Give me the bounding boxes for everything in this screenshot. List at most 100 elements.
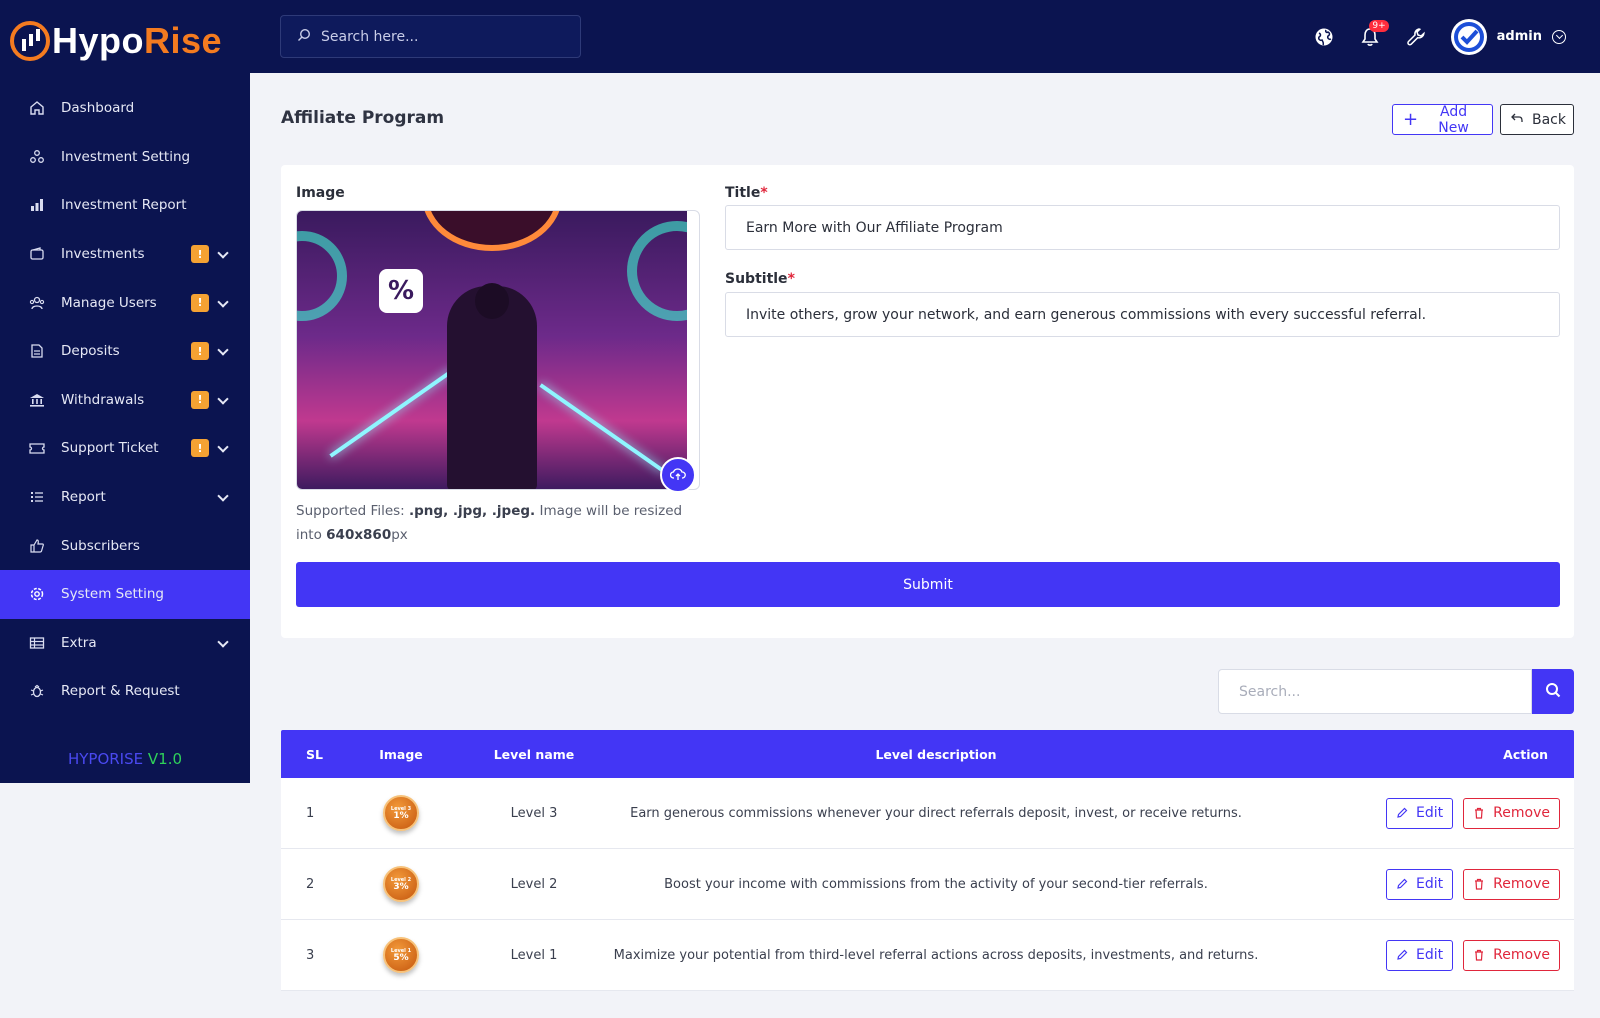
table-search-button[interactable] (1532, 669, 1574, 714)
logo-mark-icon (10, 21, 50, 61)
percent-badge-icon: % (379, 269, 423, 313)
alert-badge: ! (191, 245, 209, 264)
chevron-down-icon[interactable] (218, 395, 228, 405)
wallet-icon (28, 245, 46, 263)
trash-icon (1475, 949, 1484, 961)
users-icon (28, 294, 46, 312)
list-icon (28, 488, 46, 506)
avatar[interactable] (1450, 18, 1487, 55)
sidebar-item-label: Investment Report (61, 197, 187, 214)
title-field[interactable]: Earn More with Our Affiliate Program (725, 205, 1560, 250)
row-level-description: Earn generous commissions whenever your … (630, 805, 1242, 821)
sidebar-item-label: Report (61, 489, 106, 506)
sidebar-item-system-setting[interactable]: System Setting (0, 569, 250, 619)
row-sl: 2 (306, 876, 315, 892)
ticket-icon (28, 439, 46, 457)
sidebar-item-label: Dashboard (61, 100, 135, 117)
medal-icon: Level 3 1% (383, 795, 419, 831)
edit-button[interactable]: Edit (1386, 797, 1454, 829)
wrench-icon[interactable] (1405, 26, 1427, 48)
row-level-description: Maximize your potential from third-level… (613, 947, 1259, 963)
trash-icon (1475, 878, 1484, 890)
add-new-button[interactable]: + Add New (1392, 104, 1493, 136)
sidebar-item-investment-setting[interactable]: Investment Setting (0, 133, 250, 182)
sidebar-item-label: Withdrawals (61, 391, 145, 408)
alert-badge: ! (191, 390, 209, 409)
chevron-down-icon[interactable] (1552, 29, 1566, 44)
alert-badge: ! (191, 293, 209, 312)
sidebar-item-dashboard[interactable]: Dashboard (0, 84, 250, 133)
subtitle-field[interactable]: Invite others, grow your network, and ea… (725, 292, 1560, 337)
sidebar-item-label: Deposits (61, 343, 120, 360)
image-help-text: Supported Files: .png, .jpg, .jpeg. Imag… (296, 503, 683, 543)
title-label: Title* (725, 185, 768, 201)
header-level-description: Level description (875, 746, 997, 762)
edit-button[interactable]: Edit (1386, 868, 1454, 900)
medal-icon: Level 2 3% (383, 866, 419, 902)
sidebar-item-label: Investments (61, 246, 145, 263)
sidebar: HypoRise Dashboard Investment Setting In… (0, 0, 250, 783)
sidebar-nav: Dashboard Investment Setting Investment … (0, 84, 250, 716)
sidebar-item-support-ticket[interactable]: Support Ticket ! (0, 424, 250, 473)
level-medal: Level 2 3% (366, 849, 436, 919)
sidebar-item-investments[interactable]: Investments ! (0, 230, 250, 279)
medal-icon: Level 1 5% (383, 937, 419, 973)
sidebar-item-label: Investment Setting (61, 148, 191, 165)
thumbs-up-icon (28, 537, 46, 555)
chevron-down-icon[interactable] (218, 298, 228, 308)
cloud-upload-icon (669, 466, 686, 485)
header-action: Action (1503, 746, 1548, 762)
row-actions: Edit Remove (1376, 778, 1560, 848)
bug-icon (28, 682, 46, 700)
sidebar-item-report-request[interactable]: Report & Request (0, 667, 250, 716)
chevron-down-icon[interactable] (218, 492, 228, 502)
row-sl: 3 (306, 947, 315, 963)
upload-image-button[interactable] (660, 457, 696, 493)
plus-icon: + (1403, 108, 1419, 130)
sidebar-item-withdrawals[interactable]: Withdrawals ! (0, 376, 250, 425)
remove-button[interactable]: Remove (1463, 868, 1560, 900)
sidebar-item-extra[interactable]: Extra (0, 619, 250, 668)
search-icon (1545, 682, 1561, 702)
brand-name: HypoRise (52, 20, 223, 61)
level-medal: Level 3 1% (366, 778, 436, 848)
sidebar-item-label: Report & Request (61, 683, 180, 700)
sidebar-item-deposits[interactable]: Deposits ! (0, 327, 250, 376)
sidebar-item-subscribers[interactable]: Subscribers (0, 521, 250, 570)
bell-icon[interactable]: 9+ (1359, 19, 1389, 48)
sidebar-item-manage-users[interactable]: Manage Users ! (0, 278, 250, 327)
sidebar-item-label: Support Ticket (61, 440, 159, 457)
row-actions: Edit Remove (1376, 849, 1560, 919)
admin-name[interactable]: admin (1497, 29, 1542, 44)
alert-badge: ! (191, 342, 209, 361)
chevron-down-icon[interactable] (218, 249, 228, 259)
sidebar-item-report[interactable]: Report (0, 473, 250, 522)
trash-icon (1475, 807, 1484, 819)
remove-button[interactable]: Remove (1463, 939, 1560, 971)
chevron-down-icon[interactable] (218, 346, 228, 356)
brand-logo[interactable]: HypoRise (10, 16, 222, 66)
sidebar-item-label: Subscribers (61, 537, 140, 554)
global-search-input[interactable] (321, 28, 561, 45)
edit-button[interactable]: Edit (1386, 939, 1454, 971)
row-sl: 1 (306, 805, 315, 821)
back-button[interactable]: Back (1500, 104, 1574, 135)
remove-button[interactable]: Remove (1463, 797, 1560, 829)
table-row: 1 Level 3 1% Level 3 Earn generous commis… (281, 778, 1574, 849)
image-preview[interactable]: % (296, 210, 700, 490)
globe-icon[interactable] (1313, 26, 1335, 48)
table-search-input[interactable]: Search... (1218, 669, 1532, 714)
document-icon (28, 342, 46, 360)
table-row: 2 Level 2 3% Level 2 Boost your income wi… (281, 849, 1574, 920)
table-icon (28, 634, 46, 652)
row-level-name: Level 1 (510, 947, 558, 963)
chevron-down-icon[interactable] (218, 443, 228, 453)
sidebar-item-label: Manage Users (61, 294, 157, 311)
sidebar-item-investment-report[interactable]: Investment Report (0, 181, 250, 230)
row-level-name: Level 3 (510, 805, 558, 821)
row-actions: Edit Remove (1376, 920, 1560, 990)
chevron-down-icon[interactable] (218, 638, 228, 648)
submit-button[interactable]: Submit (296, 562, 1560, 607)
nodes-icon (28, 148, 46, 166)
affiliate-image: % (297, 211, 687, 489)
